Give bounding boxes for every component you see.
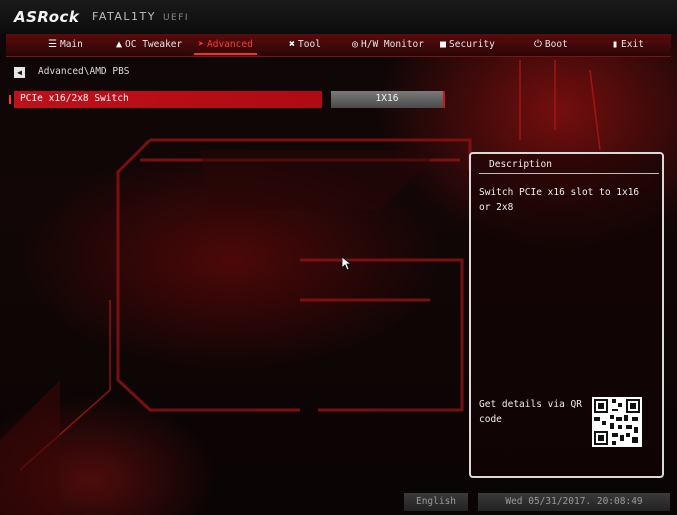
main-nav: ☰ Main ▲ OC Tweaker ➤ Advanced ✖ Tool ◎ H/W M… — [6, 34, 671, 57]
tab-label: Main — [59, 39, 83, 50]
tab-boot[interactable]: ⏻ Boot — [534, 34, 568, 56]
asrock-logo: ASRock — [14, 8, 80, 26]
brand-bar: ASRock FATAL1TY UEFI — [0, 0, 677, 34]
tab-label: Advanced — [207, 39, 253, 50]
datetime-display: Wed 05/31/2017. 20:08:49 — [478, 493, 670, 511]
qr-caption: Get details via QR code — [479, 399, 582, 425]
description-header: Description — [479, 156, 659, 174]
list-icon: ☰ — [48, 39, 57, 50]
series-name: FATAL1TY — [92, 10, 156, 23]
exit-icon: ▮ — [612, 39, 619, 50]
mouse-cursor-icon — [342, 257, 352, 271]
tab-label: Exit — [621, 39, 644, 50]
option-value: 1X16 — [375, 93, 399, 104]
arrow-icon: ➤ — [198, 39, 205, 50]
tab-tool[interactable]: ✖ Tool — [289, 34, 321, 56]
description-panel: Description Switch PCIe x16 slot to 1x16… — [469, 152, 664, 478]
option-label: PCIe x16/2x8 Switch — [20, 93, 129, 104]
tab-advanced[interactable]: ➤ Advanced — [194, 34, 257, 56]
tab-hw-monitor[interactable]: ◎ H/W Monitor — [352, 34, 424, 56]
tab-label: Boot — [544, 39, 568, 50]
tab-oc-tweaker[interactable]: ▲ OC Tweaker — [116, 34, 182, 56]
selection-marker — [9, 95, 11, 104]
uefi-label: UEFI — [162, 13, 190, 23]
breadcrumb-path: Advanced\AMD PBS — [38, 66, 130, 77]
option-value-dropdown[interactable]: 1X16 — [331, 91, 445, 108]
tab-label: OC Tweaker — [125, 39, 183, 50]
description-text: Switch PCIe x16 slot to 1x16 or 2x8 — [479, 187, 640, 213]
tab-label: H/W Monitor — [361, 39, 424, 50]
qr-code-icon — [592, 397, 642, 447]
language-button[interactable]: English — [404, 493, 468, 511]
power-icon: ⏻ — [534, 39, 542, 50]
tab-label: Security — [449, 39, 495, 50]
tab-main[interactable]: ☰ Main — [48, 34, 83, 56]
tab-security[interactable]: ■ Security — [440, 34, 495, 56]
tab-exit[interactable]: ▮ Exit — [612, 34, 644, 56]
tab-label: Tool — [298, 39, 321, 50]
monitor-icon: ◎ — [352, 39, 359, 50]
description-title: Description — [489, 159, 552, 170]
back-arrow-icon[interactable]: ◀ — [14, 67, 25, 78]
option-row-pcie-switch[interactable]: PCIe x16/2x8 Switch — [14, 91, 322, 108]
shield-icon: ■ — [440, 39, 447, 50]
tool-icon: ✖ — [289, 39, 296, 50]
rocket-icon: ▲ — [116, 39, 123, 50]
series-label: FATAL1TY UEFI — [92, 10, 189, 23]
